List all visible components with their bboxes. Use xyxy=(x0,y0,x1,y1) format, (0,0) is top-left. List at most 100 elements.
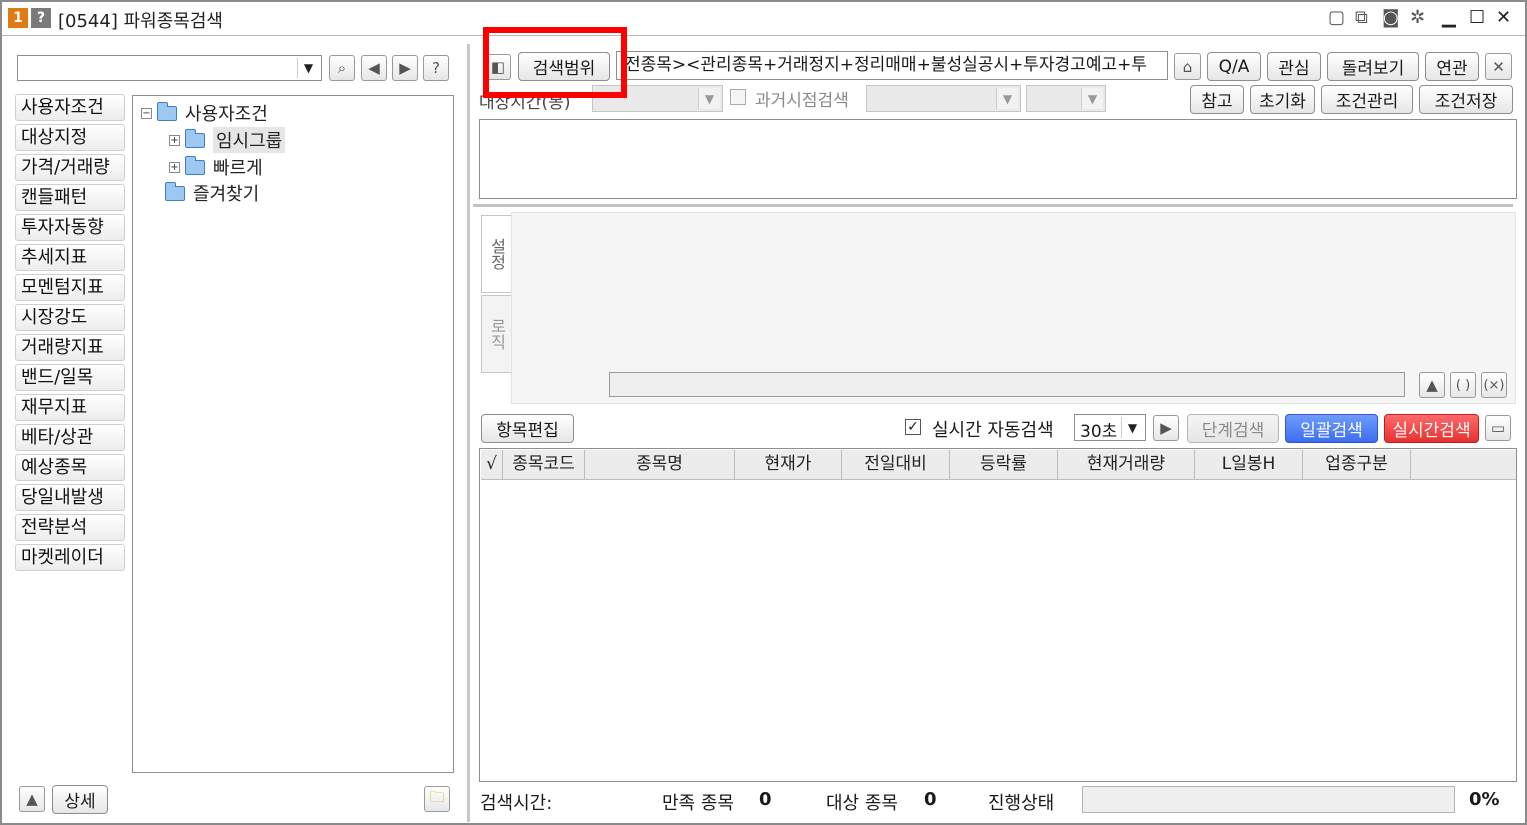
progress-percent: 0% xyxy=(1469,789,1500,810)
past-date-combo[interactable]: ▼ xyxy=(866,85,1021,112)
grid-header: √ 종목코드 종목명 현재가 전일대비 등락률 현재거래량 L일봉H 업종구분 xyxy=(481,450,1516,480)
interval-select[interactable]: 30초 ▼ xyxy=(1074,414,1146,442)
step-search-button[interactable]: 단계검색 xyxy=(1187,414,1279,443)
reference-button[interactable]: 참고 xyxy=(1190,85,1244,114)
tab-logic[interactable]: 로직 xyxy=(481,295,512,373)
chevron-down-icon[interactable]: ▼ xyxy=(297,58,319,78)
expand-icon[interactable]: + xyxy=(169,134,180,146)
tree-item-label: 빠르게 xyxy=(213,158,263,179)
power-stock-search-window: 1 ? [0544] 파워종목검색 ▢ ⧉ ◙ ✲ ▁ ☐ ✕ ▼ ⌕ ◀ ▶ … xyxy=(0,0,1527,825)
next-arrow-icon[interactable]: ▶ xyxy=(392,55,418,81)
tree-root-user-conditions[interactable]: − 사용자조건 xyxy=(141,100,268,126)
category-item[interactable]: 대상지정 xyxy=(15,124,125,151)
category-item[interactable]: 시장강도 xyxy=(15,304,125,331)
category-item[interactable]: 마켓레이더 xyxy=(15,544,125,571)
window-title: [0544] 파워종목검색 xyxy=(58,11,223,32)
play-icon[interactable]: ▶ xyxy=(1153,415,1179,441)
progress-label: 진행상태 xyxy=(988,793,1055,814)
help-badge-icon[interactable]: ? xyxy=(31,8,51,28)
category-item[interactable]: 거래량지표 xyxy=(15,334,125,361)
tree-root-label: 사용자조건 xyxy=(185,104,268,125)
condition-search-combo[interactable]: ▼ xyxy=(17,55,322,81)
screen-number-badge[interactable]: 1 xyxy=(8,8,28,28)
condition-save-button[interactable]: 조건저장 xyxy=(1419,85,1513,114)
category-item[interactable]: 밴드/일목 xyxy=(15,364,125,391)
realtime-search-button[interactable]: 실시간검색 xyxy=(1384,414,1479,443)
chevron-down-icon[interactable]: ▼ xyxy=(996,88,1018,109)
tree-item-quick[interactable]: + 빠르게 xyxy=(169,154,263,180)
excel-export-icon[interactable]: ✕ xyxy=(1485,53,1512,80)
category-item[interactable]: 전략분석 xyxy=(15,514,125,541)
realtime-auto-label: 실시간 자동검색 xyxy=(932,420,1054,441)
category-item[interactable]: 투자자동향 xyxy=(15,214,125,241)
folder-icon xyxy=(165,181,185,201)
col-volume[interactable]: 현재거래량 xyxy=(1058,450,1195,479)
copy-window-icon[interactable]: ⧉ xyxy=(1355,7,1368,28)
category-item[interactable]: 베타/상관 xyxy=(15,424,125,451)
gift-icon[interactable]: ⌂ xyxy=(1174,53,1201,80)
col-change-rate[interactable]: 등락률 xyxy=(950,450,1058,479)
col-stock-name[interactable]: 종목명 xyxy=(585,450,735,479)
category-item[interactable]: 모멘텀지표 xyxy=(15,274,125,301)
related-button[interactable]: 연관 xyxy=(1425,52,1479,81)
camera-icon[interactable]: ◙ xyxy=(1382,7,1399,28)
settings-gear-icon[interactable]: ✲ xyxy=(1410,7,1425,28)
past-search-label: 과거시점검색 xyxy=(755,91,849,111)
folder-open-icon[interactable]: 🗀 xyxy=(424,786,450,812)
prev-arrow-icon[interactable]: ◀ xyxy=(361,55,387,81)
close-icon[interactable]: ✕ xyxy=(1496,7,1511,28)
category-item[interactable]: 사용자조건 xyxy=(15,94,125,121)
category-item[interactable]: 캔들패턴 xyxy=(15,184,125,211)
category-item[interactable]: 가격/거래량 xyxy=(15,154,125,181)
remove-paren-button[interactable]: (×) xyxy=(1481,372,1507,398)
past-search-checkbox[interactable] xyxy=(730,89,746,105)
move-up-icon[interactable]: ▲ xyxy=(1419,372,1445,398)
help-question-icon[interactable]: ? xyxy=(423,55,449,81)
memo-icon[interactable]: ▢ xyxy=(1328,7,1345,28)
col-change[interactable]: 전일대비 xyxy=(842,450,950,479)
category-item[interactable]: 재무지표 xyxy=(15,394,125,421)
logic-expression-field[interactable] xyxy=(609,372,1405,397)
col-check[interactable]: √ xyxy=(481,450,503,479)
tab-settings[interactable]: 설정 xyxy=(481,215,512,293)
folder-open-icon xyxy=(185,128,205,148)
collapse-icon[interactable]: − xyxy=(141,107,152,119)
tree-item-temp-group[interactable]: + 임시그룹 xyxy=(169,127,286,153)
tree-item-favorites[interactable]: 즐겨찾기 xyxy=(165,180,259,206)
qa-button[interactable]: Q/A xyxy=(1207,52,1261,81)
detail-button[interactable]: 상세 xyxy=(52,785,108,814)
condition-list-box[interactable] xyxy=(479,119,1517,199)
splitter[interactable] xyxy=(467,44,470,822)
expand-icon[interactable]: + xyxy=(169,161,180,173)
interest-button[interactable]: 관심 xyxy=(1267,52,1321,81)
scroll-up-icon[interactable]: ▲ xyxy=(19,786,45,812)
horizontal-splitter[interactable] xyxy=(473,204,1513,207)
condition-manage-button[interactable]: 조건관리 xyxy=(1321,85,1413,114)
target-count-label: 대상 종목 xyxy=(826,793,898,814)
paren-button[interactable]: ( ) xyxy=(1450,372,1476,398)
matched-count-label: 만족 종목 xyxy=(662,793,734,814)
col-sector[interactable]: 업종구분 xyxy=(1303,450,1411,479)
folder-icon xyxy=(157,101,177,121)
col-stock-code[interactable]: 종목코드 xyxy=(503,450,585,479)
category-item[interactable]: 예상종목 xyxy=(15,454,125,481)
chevron-down-icon[interactable]: ▼ xyxy=(1121,417,1143,438)
maximize-icon[interactable]: ☐ xyxy=(1469,7,1485,28)
col-daily-candle[interactable]: L일봉H xyxy=(1195,450,1303,479)
past-time-combo[interactable]: ▼ xyxy=(1026,85,1106,112)
reset-button[interactable]: 초기화 xyxy=(1250,85,1315,114)
grid-options-icon[interactable]: ▭ xyxy=(1485,415,1511,441)
batch-search-button[interactable]: 일괄검색 xyxy=(1285,414,1378,443)
rotate-view-button[interactable]: 돌려보기 xyxy=(1327,52,1419,81)
chevron-down-icon[interactable]: ▼ xyxy=(698,88,720,109)
result-grid xyxy=(479,448,1517,782)
chevron-down-icon[interactable]: ▼ xyxy=(1081,88,1103,109)
category-item[interactable]: 당일내발생 xyxy=(15,484,125,511)
realtime-auto-checkbox[interactable]: ✓ xyxy=(905,419,921,435)
item-edit-button[interactable]: 항목편집 xyxy=(481,414,574,443)
minimize-icon[interactable]: ▁ xyxy=(1442,7,1456,28)
col-price[interactable]: 현재가 xyxy=(735,450,842,479)
search-icon[interactable]: ⌕ xyxy=(329,55,355,81)
condition-tree-panel: − 사용자조건 + 임시그룹 + 빠르게 즐겨찾기 xyxy=(132,95,454,773)
category-item[interactable]: 추세지표 xyxy=(15,244,125,271)
